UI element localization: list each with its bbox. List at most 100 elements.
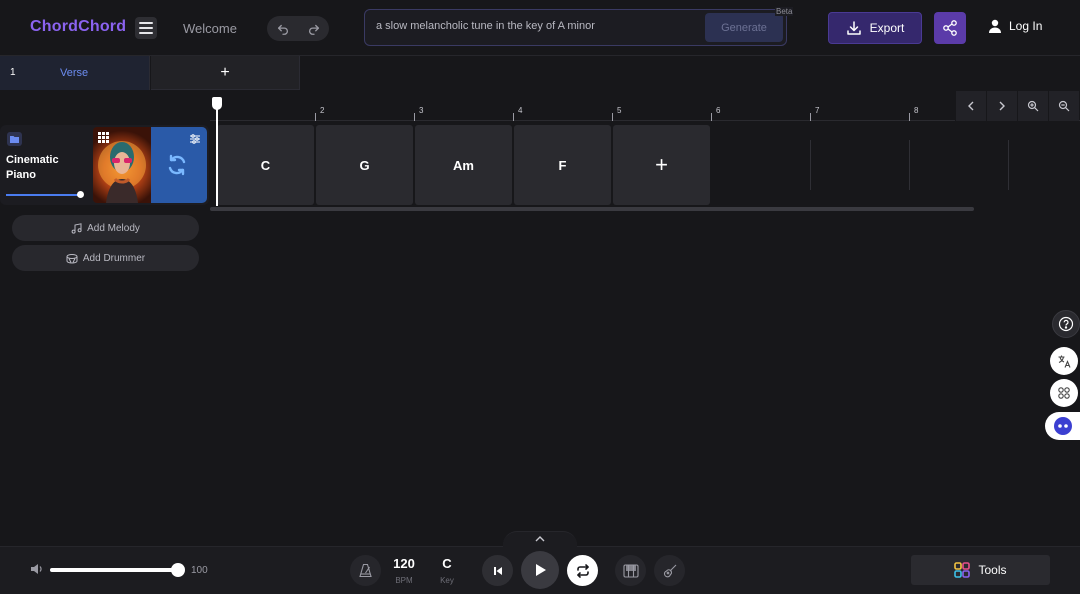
ruler-tick bbox=[711, 113, 712, 121]
track-volume-knob[interactable] bbox=[77, 191, 84, 198]
ruler-bar-number: 8 bbox=[914, 106, 919, 115]
export-button[interactable]: Export bbox=[828, 12, 922, 44]
section-number: 1 bbox=[10, 67, 16, 78]
zoom-out-icon bbox=[1058, 100, 1070, 112]
horizontal-scrollbar[interactable] bbox=[210, 207, 974, 211]
metronome-icon bbox=[359, 563, 372, 578]
empty-bar-divider bbox=[1008, 140, 1009, 190]
add-melody-label: Add Melody bbox=[87, 222, 140, 234]
timeline-nav bbox=[955, 91, 1080, 121]
ruler-tick bbox=[810, 113, 811, 121]
help-icon bbox=[1058, 316, 1074, 332]
ruler-bar-number: 7 bbox=[815, 106, 820, 115]
top-bar: ChordChord Welcome Generate Beta Export … bbox=[0, 0, 1080, 56]
master-volume-bar[interactable] bbox=[50, 568, 178, 572]
piano-button[interactable] bbox=[615, 555, 646, 586]
zoom-out-button[interactable] bbox=[1048, 91, 1079, 121]
download-icon bbox=[846, 21, 861, 35]
add-drummer-button[interactable]: Add Drummer bbox=[12, 245, 199, 271]
chat-bot-button[interactable] bbox=[1045, 412, 1080, 440]
playhead-line bbox=[216, 97, 218, 206]
chat-bot-icon bbox=[1053, 417, 1072, 435]
change-instrument-panel[interactable] bbox=[151, 127, 207, 203]
folder-icon[interactable] bbox=[7, 132, 22, 146]
undo-icon[interactable] bbox=[276, 22, 290, 36]
grid-icon[interactable] bbox=[98, 132, 109, 143]
guitar-icon bbox=[663, 564, 676, 577]
chord-block[interactable]: G bbox=[316, 125, 413, 205]
key-label: Key bbox=[440, 576, 454, 585]
music-note-icon bbox=[71, 222, 82, 234]
ruler-tick bbox=[414, 113, 415, 121]
expand-panel-button[interactable] bbox=[503, 531, 577, 547]
bpm-label: BPM bbox=[395, 576, 413, 585]
beta-badge: Beta bbox=[775, 7, 794, 16]
translate-button[interactable] bbox=[1050, 347, 1078, 375]
prompt-input[interactable] bbox=[376, 20, 696, 32]
chord-block[interactable]: Am bbox=[415, 125, 512, 205]
ruler-tick bbox=[909, 113, 910, 121]
track-volume-bar[interactable] bbox=[6, 194, 82, 196]
menu-icon[interactable] bbox=[135, 17, 157, 39]
add-section-button[interactable]: + bbox=[151, 56, 300, 90]
master-volume-knob[interactable] bbox=[171, 563, 185, 577]
ruler-bar-number: 2 bbox=[320, 106, 325, 115]
ruler-tick bbox=[513, 113, 514, 121]
scroll-right-button[interactable] bbox=[986, 91, 1017, 121]
zoom-in-icon bbox=[1027, 100, 1039, 112]
empty-bar-divider bbox=[909, 140, 910, 190]
redo-icon[interactable] bbox=[307, 22, 321, 36]
generate-button[interactable]: Generate bbox=[705, 13, 783, 42]
guitar-button[interactable] bbox=[654, 555, 685, 586]
master-volume-value: 100 bbox=[191, 565, 208, 576]
loop-button[interactable] bbox=[567, 555, 598, 586]
share-button[interactable] bbox=[934, 12, 966, 44]
user-icon bbox=[989, 19, 1001, 33]
swap-icon[interactable] bbox=[165, 153, 189, 177]
tools-button[interactable]: Tools bbox=[911, 555, 1050, 585]
chord-block[interactable]: C bbox=[217, 125, 314, 205]
drum-icon bbox=[66, 253, 78, 264]
export-label: Export bbox=[869, 21, 905, 35]
translate-icon bbox=[1058, 355, 1071, 368]
empty-bar-divider bbox=[810, 140, 811, 190]
scroll-left-button[interactable] bbox=[955, 91, 986, 121]
loop-icon bbox=[576, 563, 589, 578]
chevron-right-icon bbox=[999, 101, 1005, 111]
chord-block[interactable]: F bbox=[514, 125, 611, 205]
add-chord-button[interactable]: + bbox=[613, 125, 710, 205]
ruler-tick bbox=[612, 113, 613, 121]
playhead-handle[interactable] bbox=[212, 97, 222, 110]
track-cinematic-piano[interactable]: Cinematic Piano bbox=[0, 125, 209, 205]
skip-back-icon bbox=[493, 566, 502, 575]
login-label: Log In bbox=[1009, 19, 1043, 33]
key-value[interactable]: C bbox=[436, 556, 458, 571]
zoom-in-button[interactable] bbox=[1017, 91, 1048, 121]
piano-icon bbox=[622, 563, 639, 578]
apps-button[interactable] bbox=[1050, 379, 1078, 407]
undo-redo-group bbox=[267, 16, 329, 41]
add-melody-button[interactable]: Add Melody bbox=[12, 215, 199, 241]
prompt-box: Generate Beta bbox=[364, 7, 794, 46]
track-name: Cinematic Piano bbox=[6, 154, 59, 181]
apps-icon bbox=[1058, 387, 1070, 399]
metronome-button[interactable] bbox=[350, 555, 381, 586]
brand-logo[interactable]: ChordChord bbox=[30, 18, 126, 36]
sliders-icon[interactable] bbox=[189, 133, 201, 145]
play-button[interactable] bbox=[521, 551, 559, 589]
ruler-tick bbox=[315, 113, 316, 121]
chevron-left-icon bbox=[968, 101, 974, 111]
tools-icon bbox=[954, 562, 971, 578]
speaker-icon[interactable] bbox=[30, 562, 44, 576]
welcome-link[interactable]: Welcome bbox=[183, 21, 237, 36]
skip-back-button[interactable] bbox=[482, 555, 513, 586]
tools-label: Tools bbox=[978, 563, 1007, 577]
section-tab-verse[interactable]: 1 Verse bbox=[0, 56, 150, 90]
add-drummer-label: Add Drummer bbox=[82, 252, 146, 264]
ruler-bar-number: 3 bbox=[419, 106, 424, 115]
login-button[interactable]: Log In bbox=[988, 19, 1042, 33]
play-icon bbox=[536, 564, 546, 576]
help-button[interactable] bbox=[1052, 310, 1080, 338]
bpm-value[interactable]: 120 bbox=[393, 556, 415, 571]
timeline-ruler[interactable]: 2 3 4 5 6 7 8 bbox=[210, 91, 1080, 121]
